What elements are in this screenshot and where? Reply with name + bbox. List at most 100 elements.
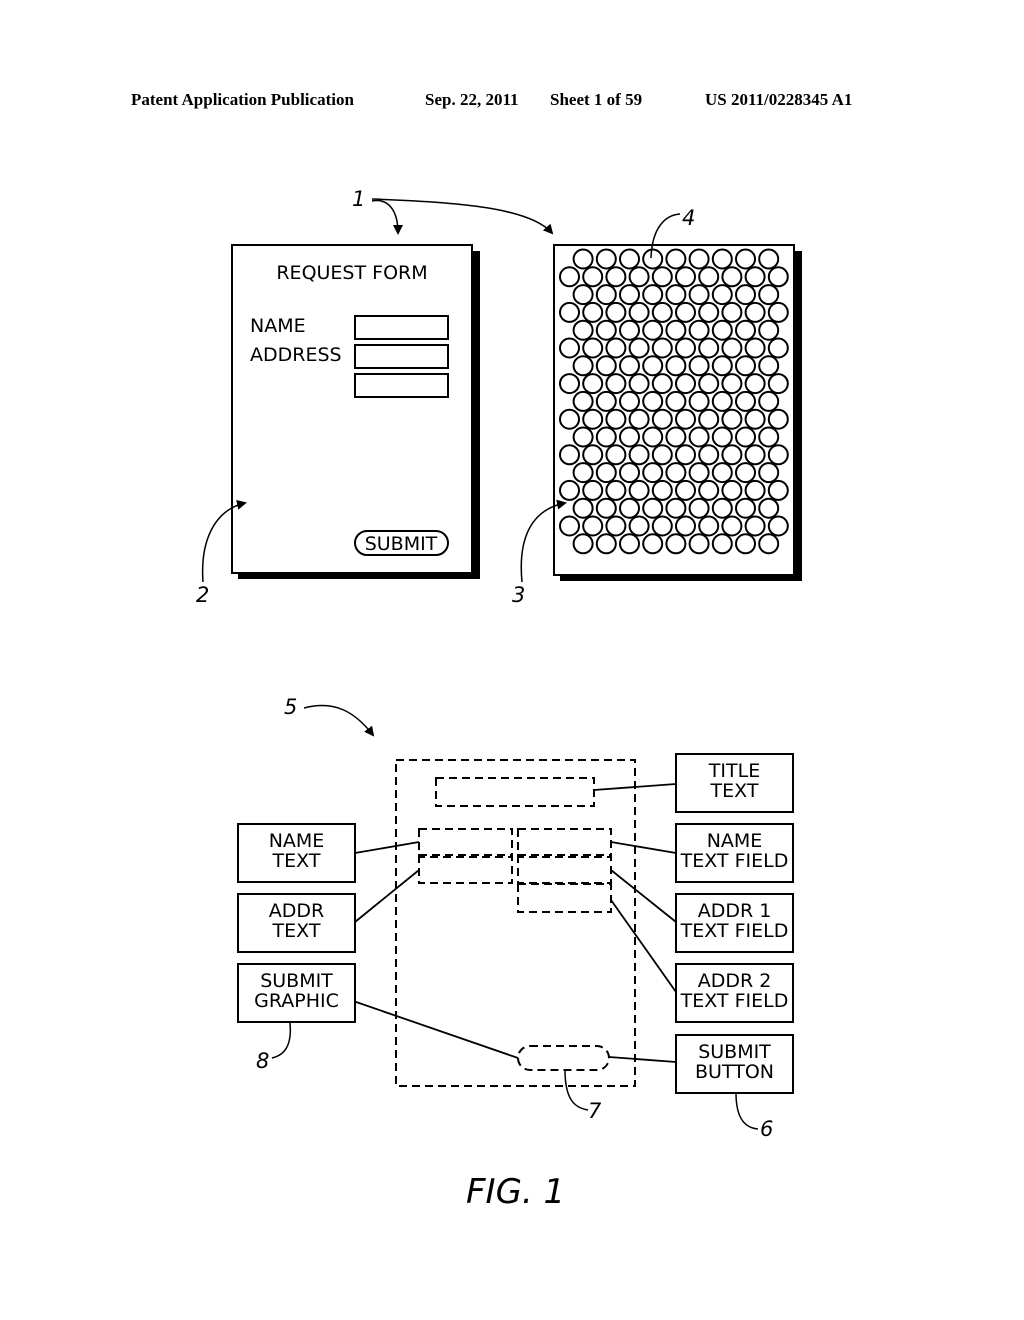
dashed-layout — [395, 759, 636, 1087]
coded-dot — [572, 319, 594, 341]
coded-dot — [665, 248, 687, 270]
box-name-text-label-line: NAME — [269, 830, 325, 852]
coded-dot — [767, 408, 789, 430]
coded-dot — [735, 497, 756, 519]
coded-dot — [711, 355, 733, 377]
coded-dot — [628, 337, 650, 359]
dashed-submit-region — [517, 1045, 610, 1071]
coded-dot — [619, 248, 640, 270]
form-submit-label: SUBMIT — [365, 533, 438, 555]
coded-dot — [675, 301, 696, 323]
leader-7 — [564, 1069, 589, 1111]
coded-dot — [651, 408, 673, 430]
box-title-text-label-line: TITLE — [708, 760, 760, 782]
box-addr-text-label-line: TEXT — [272, 920, 321, 942]
leader-8 — [271, 1022, 292, 1059]
coded-dot — [688, 462, 710, 484]
form-title: REQUEST FORM — [276, 262, 427, 284]
coded-dot — [711, 497, 733, 519]
coded-dot — [595, 284, 617, 306]
coded-dot — [675, 266, 696, 288]
coded-dot — [744, 301, 766, 323]
coded-dot — [767, 301, 789, 323]
coded-dot — [758, 497, 780, 519]
ref-numeral-4: 4 — [682, 206, 695, 230]
dashed-addr1-field-region — [517, 854, 612, 884]
coded-dot — [665, 462, 687, 484]
coded-dot — [559, 266, 580, 288]
ref-numeral-5: 5 — [284, 695, 297, 719]
ref-numeral-8: 8 — [256, 1049, 269, 1073]
coded-dot — [665, 284, 687, 306]
coded-dot — [711, 426, 733, 448]
coded-dot — [559, 444, 580, 466]
coded-dot — [721, 266, 743, 288]
coded-dot — [711, 390, 733, 412]
coded-dot — [572, 497, 594, 519]
coded-dot — [651, 373, 673, 395]
leader-name-field — [610, 841, 677, 854]
coded-dot — [628, 479, 650, 501]
coded-dot — [758, 319, 780, 341]
coded-dot — [767, 444, 789, 466]
coded-dot — [582, 444, 604, 466]
figure-label: FIG. 1 — [466, 1172, 565, 1212]
box-name-text: NAMETEXT — [237, 823, 356, 883]
ref-numeral-3: 3 — [512, 583, 525, 607]
coded-dot — [688, 248, 710, 270]
coded-dot — [698, 301, 720, 323]
coded-dot — [619, 462, 640, 484]
box-title-text: TITLETEXT — [675, 753, 794, 813]
coded-dot — [735, 355, 756, 377]
coded-dot — [572, 248, 594, 270]
form-address-field-1 — [354, 344, 449, 369]
coded-dot — [688, 355, 710, 377]
box-name-text-field-label-line: NAME — [707, 830, 763, 852]
coded-dot — [572, 284, 594, 306]
coded-dot — [605, 444, 627, 466]
box-submit-button-label-line: BUTTON — [695, 1061, 774, 1083]
box-addr1-text-field-label-line: ADDR 1 — [698, 900, 772, 922]
coded-dot — [675, 479, 696, 501]
coded-dot — [721, 515, 743, 537]
coded-dot — [582, 373, 604, 395]
coded-dot — [767, 337, 789, 359]
coded-dot — [711, 284, 733, 306]
coded-dot — [675, 408, 696, 430]
coded-dot — [698, 373, 720, 395]
coded-dot — [665, 355, 687, 377]
coded-dot — [628, 408, 650, 430]
coded-dot — [619, 319, 640, 341]
coded-dot — [642, 390, 664, 412]
coded-dot — [767, 266, 789, 288]
coded-dot — [595, 462, 617, 484]
coded-dot — [688, 284, 710, 306]
coded-dot — [758, 533, 780, 555]
coded-dot — [665, 533, 687, 555]
leader-name-text — [354, 841, 420, 854]
box-title-text-label-line: TEXT — [710, 780, 759, 802]
coded-dot — [605, 373, 627, 395]
arrow-5 — [303, 704, 375, 737]
box-name-text-field: NAMETEXT FIELD — [675, 823, 794, 883]
coded-dot — [735, 533, 756, 555]
coded-dot — [619, 355, 640, 377]
box-submit-button: SUBMITBUTTON — [675, 1034, 794, 1094]
coded-dot — [744, 266, 766, 288]
coded-dot — [711, 462, 733, 484]
coded-dot — [651, 337, 673, 359]
leader-lines — [329, 783, 677, 1063]
coded-dot — [628, 515, 650, 537]
coded-dot — [582, 301, 604, 323]
coded-dot — [642, 319, 664, 341]
coded-dot — [698, 337, 720, 359]
coded-dot — [735, 390, 756, 412]
coded-dot — [582, 479, 604, 501]
dashed-addr2-field-region — [517, 883, 612, 913]
box-addr2-text-field-label-line: ADDR 2 — [698, 970, 772, 992]
coded-dot — [595, 390, 617, 412]
coded-dot — [758, 284, 780, 306]
coded-dot — [605, 408, 627, 430]
coded-dot — [688, 390, 710, 412]
coded-dot — [628, 266, 650, 288]
